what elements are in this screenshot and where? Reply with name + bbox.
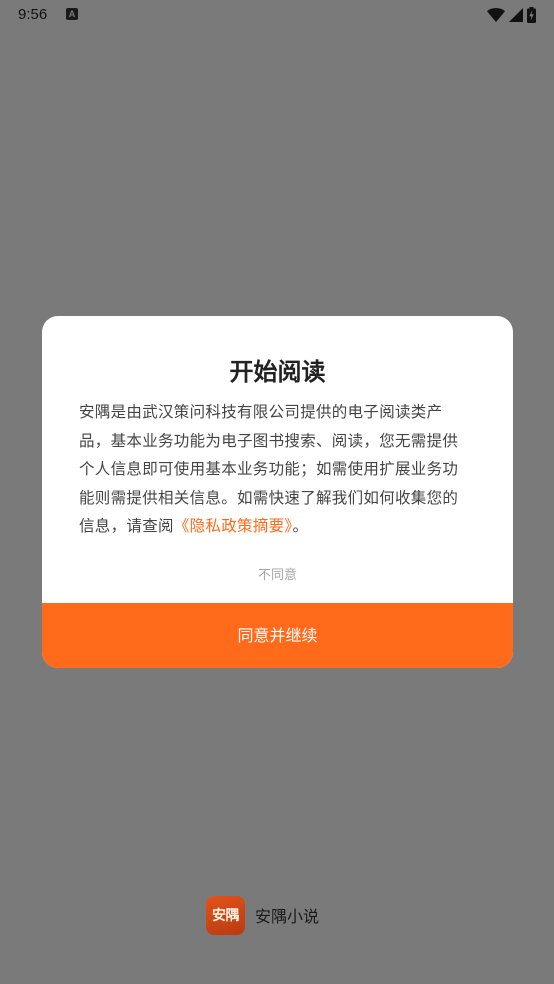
dialog-body-end: 。 [292, 517, 309, 535]
privacy-dialog: 开始阅读 安隅是由武汉策问科技有限公司提供的电子阅读类产品，基本业务功能为电子图… [42, 316, 513, 668]
app-name: 安隅小说 [255, 907, 320, 926]
app-logo: 安隅 [206, 895, 245, 935]
agree-continue-button[interactable]: 同意并继续 [42, 603, 513, 668]
status-time: 9:56 [18, 6, 48, 23]
wifi-icon [487, 8, 505, 22]
dialog-title: 开始阅读 [229, 358, 326, 386]
battery-charging-icon [527, 7, 536, 23]
notification-a-icon: A [66, 8, 78, 20]
app-brand: 安隅 安隅小说 [206, 895, 319, 935]
status-bar: 9:56 A [0, 0, 554, 30]
dialog-body: 安隅是由武汉策问科技有限公司提供的电子阅读类产品，基本业务功能为电子图书搜索、阅… [79, 398, 469, 541]
signal-icon [509, 8, 523, 22]
screen: 9:56 A 开始阅读 安隅是由武汉策问科技有限公司提供的电子阅读类产品，基本业… [0, 0, 554, 984]
privacy-policy-link[interactable]: 《隐私政策摘要》 [174, 517, 293, 535]
dialog-body-text: 安隅是由武汉策问科技有限公司提供的电子阅读类产品，基本业务功能为电子图书搜索、阅… [79, 403, 459, 535]
system-icons [487, 7, 536, 23]
decline-button[interactable]: 不同意 [42, 564, 513, 583]
